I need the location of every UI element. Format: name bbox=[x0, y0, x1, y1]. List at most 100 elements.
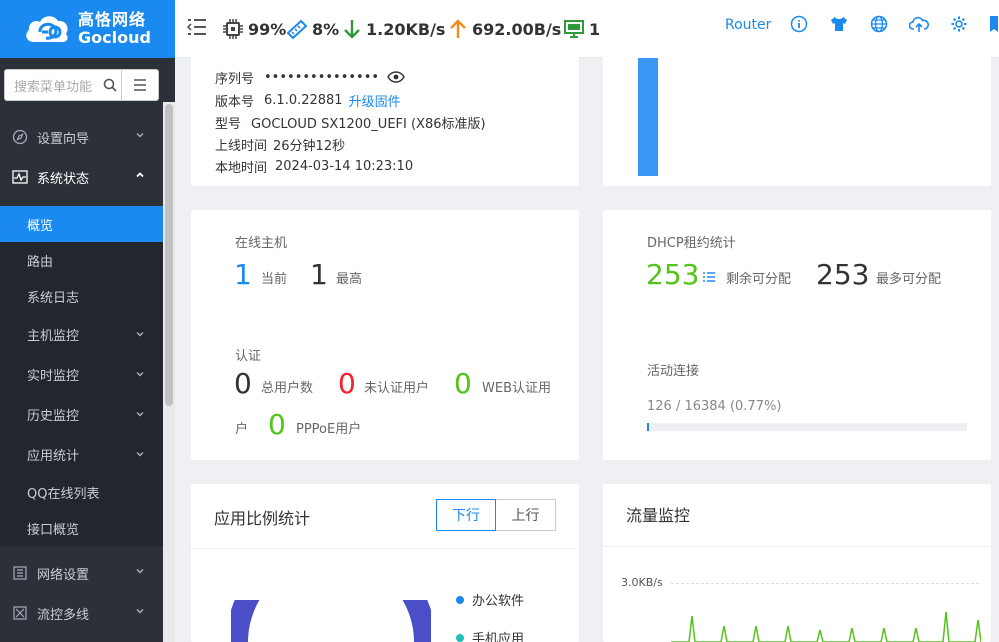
web-auth-value: 0 bbox=[454, 367, 472, 400]
usage-bar bbox=[638, 58, 658, 176]
total-users-label: 总用户数 bbox=[261, 381, 314, 396]
arrow-up-icon bbox=[450, 19, 466, 38]
cloud-upload-icon[interactable] bbox=[909, 14, 929, 34]
nav-system-status[interactable]: 系统状态 bbox=[0, 157, 163, 197]
logo-en: Gocloud bbox=[78, 28, 151, 47]
compass-icon bbox=[11, 128, 29, 146]
legend-item[interactable]: 手机应用 bbox=[456, 628, 524, 642]
system-info-card: 序列号 ••••••••••••••• 版本号 6.1.0.22881 升级固件… bbox=[191, 50, 579, 186]
localtime-label: 本地时间 bbox=[215, 160, 268, 176]
cpu-value: 99% bbox=[248, 19, 287, 39]
menu-list-button[interactable] bbox=[122, 69, 159, 101]
collapse-menu-icon[interactable] bbox=[187, 17, 207, 37]
chevron-down-icon bbox=[136, 132, 144, 138]
upload-value: 692.00B/s bbox=[472, 19, 562, 39]
chevron-down-icon bbox=[136, 371, 144, 377]
search-icon[interactable] bbox=[99, 78, 121, 92]
dhcp-max-label: 最多可分配 bbox=[876, 272, 942, 287]
router-link[interactable]: Router bbox=[725, 0, 771, 50]
y-gridline bbox=[671, 583, 979, 584]
nav-history-monitor[interactable]: 历史监控 bbox=[0, 394, 163, 434]
nav-system-log-label: 系统日志 bbox=[27, 290, 80, 306]
serial-label: 序列号 bbox=[215, 71, 255, 87]
legend-office-label: 办公软件 bbox=[472, 594, 525, 609]
nav-host-monitor-label: 主机监控 bbox=[27, 328, 80, 344]
chevron-up-icon bbox=[136, 172, 144, 178]
version-row: 版本号 6.1.0.22881 升级固件 bbox=[215, 89, 401, 111]
uptime-row: 上线时间 26分钟12秒 bbox=[215, 133, 345, 155]
gear-icon[interactable] bbox=[949, 14, 969, 34]
legend-mobile-label: 手机应用 bbox=[472, 632, 525, 642]
web-auth-label: WEB认证用 bbox=[482, 381, 551, 396]
localtime-value: 2024-03-14 10:23:10 bbox=[275, 158, 414, 174]
dhcp-max-value: 253 bbox=[816, 258, 870, 291]
nav-qq-online-label: QQ在线列表 bbox=[27, 486, 100, 502]
tab-uplink[interactable]: 上行 bbox=[496, 499, 556, 531]
unauth-users-value: 0 bbox=[338, 367, 356, 400]
upgrade-firmware-link[interactable]: 升级固件 bbox=[349, 91, 401, 110]
total-users-value: 0 bbox=[234, 367, 252, 400]
eye-icon[interactable] bbox=[387, 71, 405, 83]
gocloud-logo[interactable]: 高恪网络 Gocloud bbox=[0, 0, 175, 58]
cpu-icon bbox=[223, 19, 243, 39]
connections-progress bbox=[647, 423, 967, 431]
uptime-label: 上线时间 bbox=[215, 138, 268, 154]
nav-routes-label: 路由 bbox=[27, 254, 54, 270]
current-hosts-label: 当前 bbox=[261, 272, 288, 287]
pppoe-users-value: 0 bbox=[268, 408, 286, 441]
uptime-value: 26分钟12秒 bbox=[273, 138, 346, 154]
hosts-value: 1 bbox=[589, 19, 601, 39]
nav-host-monitor[interactable]: 主机监控 bbox=[0, 314, 163, 354]
info-icon[interactable] bbox=[789, 14, 809, 34]
download-value: 1.20KB/s bbox=[366, 19, 446, 39]
y-tick-label: 3.0KB/s bbox=[621, 576, 663, 589]
nav-overview[interactable]: 概览 bbox=[0, 206, 163, 242]
chevron-down-icon bbox=[136, 331, 144, 337]
tab-downlink[interactable]: 下行 bbox=[436, 499, 496, 531]
connections-text: 126 / 16384 (0.77%) bbox=[647, 399, 782, 414]
pulse-icon bbox=[11, 168, 29, 186]
memory-icon bbox=[286, 19, 308, 40]
globe-icon[interactable] bbox=[869, 14, 889, 34]
bookmark-icon[interactable] bbox=[987, 14, 999, 34]
app-ratio-card: 应用比例统计 下行 上行 办公软件 手机应用 bbox=[191, 484, 579, 642]
sidebar-scrollbar-thumb[interactable] bbox=[165, 104, 173, 406]
nav-realtime-monitor-label: 实时监控 bbox=[27, 368, 80, 384]
nav-flow-control[interactable]: 流控多线 bbox=[0, 593, 163, 633]
auth-title: 认证 bbox=[235, 349, 262, 364]
menu-search: 搜索菜单功能 bbox=[4, 69, 159, 101]
nav-network-settings-label: 网络设置 bbox=[37, 567, 90, 583]
version-value: 6.1.0.22881 bbox=[264, 92, 343, 108]
legend-dot bbox=[456, 633, 464, 642]
nav-setup-wizard[interactable]: 设置向导 bbox=[0, 117, 163, 157]
menu-search-input[interactable]: 搜索菜单功能 bbox=[4, 69, 122, 101]
nav-app-stats[interactable]: 应用统计 bbox=[0, 434, 163, 474]
nav-routes[interactable]: 路由 bbox=[0, 242, 163, 278]
sidebar-scrollbar[interactable] bbox=[163, 102, 175, 642]
logo-cloud-icon bbox=[22, 12, 72, 46]
logo-cn: 高恪网络 bbox=[78, 10, 147, 29]
list-icon[interactable] bbox=[702, 271, 716, 283]
dhcp-title: DHCP租约统计 bbox=[647, 236, 736, 251]
card-divider bbox=[603, 546, 991, 547]
serial-row: 序列号 ••••••••••••••• bbox=[215, 66, 405, 88]
network-icon bbox=[11, 564, 29, 582]
legend-item[interactable]: 办公软件 bbox=[456, 590, 524, 609]
logo-text: 高恪网络 Gocloud bbox=[78, 12, 151, 46]
pppoe-users-label: PPPoE用户 bbox=[296, 422, 362, 437]
model-value: GOCLOUD SX1200_UEFI (X86标准版) bbox=[251, 116, 486, 132]
localtime-row: 本地时间 2024-03-14 10:23:10 bbox=[215, 155, 413, 177]
monitor-icon bbox=[564, 20, 584, 38]
nav-qq-online[interactable]: QQ在线列表 bbox=[0, 474, 163, 510]
sidebar: 搜索菜单功能 设置向导 系统状态 概览 路由 系统日志 主机监控 实时监控 历史… bbox=[0, 58, 175, 642]
max-hosts-value: 1 bbox=[310, 258, 328, 291]
nav-app-stats-label: 应用统计 bbox=[27, 448, 80, 464]
nav-realtime-monitor[interactable]: 实时监控 bbox=[0, 354, 163, 394]
nav-network-settings[interactable]: 网络设置 bbox=[0, 553, 163, 593]
nav-system-log[interactable]: 系统日志 bbox=[0, 278, 163, 314]
nav-interface-overview[interactable]: 接口概览 bbox=[0, 510, 163, 546]
flow-icon bbox=[11, 604, 29, 622]
nav-interface-overview-label: 接口概览 bbox=[27, 522, 80, 538]
shirt-icon[interactable] bbox=[829, 14, 849, 34]
max-hosts-label: 最高 bbox=[336, 272, 363, 287]
